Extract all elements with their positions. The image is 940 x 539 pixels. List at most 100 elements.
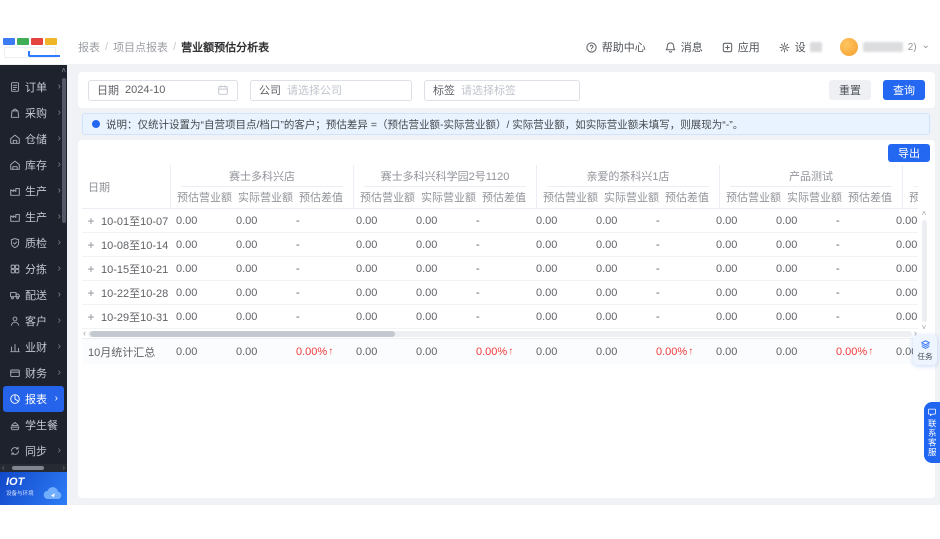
summary-label: 10月统计汇总 [88, 346, 156, 359]
production-icon [9, 211, 21, 223]
column-header: 实际营业额 [787, 192, 842, 205]
sidebar-item-配送-8[interactable]: 配送 › [0, 282, 67, 308]
export-button[interactable]: 导出 [888, 144, 930, 162]
app-logo[interactable] [0, 30, 67, 65]
value-cell: 0.00 [236, 214, 258, 227]
sidebar-item-仓储-2[interactable]: 仓储 › [0, 126, 67, 152]
value-cell: - [296, 238, 300, 251]
sidebar-item-同步-14[interactable]: 同步 › [0, 438, 67, 464]
expand-row-button[interactable]: + [86, 263, 96, 275]
table-body: +10-01至10-07 0.00 0.00 - 0.00 0.00 - 0.00 0.00 - 0… [82, 209, 918, 329]
table-row: +10-22至10-28 0.00 0.00 - 0.00 0.00 - 0.00 0.00 - 0… [82, 281, 918, 305]
expand-row-button[interactable]: + [86, 311, 96, 323]
company-filter-label: 公司 [259, 85, 281, 97]
sidebar-item-label: 生产 [25, 212, 47, 224]
sidebar-item-生产-4[interactable]: 生产 › [0, 178, 67, 204]
date-range: 10-08至10-14 [101, 239, 169, 252]
value-cell: 0.00 [356, 286, 378, 299]
company-filter-input[interactable]: 公司 请选择公司 [250, 79, 412, 101]
sidebar-vertical-scrollbar[interactable]: ˄ [59, 66, 67, 266]
user-menu[interactable]: 2) ⌄ [839, 38, 930, 56]
sidebar-item-label: 业财 [25, 342, 47, 354]
sidebar-item-label: 分拣 [25, 264, 47, 276]
reset-button[interactable]: 重置 [829, 80, 871, 100]
filter-bar: 日期 2024-10 公司 请选择公司 标签 请选择标签 重置 查询 [78, 72, 935, 108]
scrollbar-thumb[interactable] [62, 78, 66, 223]
scroll-right-icon: › [62, 463, 65, 472]
expand-row-button[interactable]: + [86, 287, 96, 299]
value-cell: 0.00 [896, 286, 918, 299]
store-group-header-1: 赛士多科兴科学园2号1120 预估营业额 实际营业额 预估差值 [353, 165, 536, 208]
table-row: +10-29至10-31 0.00 0.00 - 0.00 0.00 - 0.00 0.00 - 0… [82, 305, 918, 329]
breadcrumb-reports[interactable]: 报表 [78, 39, 100, 55]
query-button[interactable]: 查询 [883, 80, 925, 100]
sidebar-item-分拣-7[interactable]: 分拣 › [0, 256, 67, 282]
scrollbar-thumb[interactable] [90, 330, 395, 337]
value-cell: 0.00 [596, 214, 618, 227]
sidebar-item-报表-12[interactable]: 报表 › [3, 386, 64, 412]
sidebar-item-财务-11[interactable]: 财务 › [0, 360, 67, 386]
column-header: 实际营业额 [604, 192, 659, 205]
sidebar-item-label: 同步 [25, 446, 47, 458]
column-header: 预估差值 [482, 192, 526, 205]
breadcrumb-project-reports[interactable]: 项目点报表 [113, 39, 168, 55]
sidebar-item-采购-1[interactable]: 采购 › [0, 100, 67, 126]
task-widget[interactable]: 任务 [913, 335, 937, 365]
help-center-button[interactable]: 帮助中心 [585, 39, 646, 55]
column-header: 预估差值 [299, 192, 343, 205]
sidebar-item-客户-9[interactable]: 客户 › [0, 308, 67, 334]
help-icon [585, 41, 598, 54]
sidebar-item-label: 报表 [25, 394, 47, 406]
value-cell: 0.00 [536, 345, 558, 358]
table-horizontal-scrollbar[interactable]: ‹ › [82, 329, 918, 338]
sidebar-item-库存-3[interactable]: 库存 › [0, 152, 67, 178]
contact-service-widget[interactable]: 联系客服 [924, 402, 940, 463]
value-cell: 0.00 [356, 238, 378, 251]
expand-row-button[interactable]: + [86, 239, 96, 251]
logo-block-blue [3, 37, 15, 45]
sidebar-item-学生餐-13[interactable]: 学生餐 [0, 412, 67, 438]
value-cell: 0.00 [776, 214, 798, 227]
sidebar-horizontal-scrollbar[interactable]: ‹ › [0, 464, 67, 472]
table-row: +10-08至10-14 0.00 0.00 - 0.00 0.00 - 0.00 0.00 - 0… [82, 233, 918, 257]
logo-block-red [31, 37, 43, 45]
scrollbar-thumb[interactable] [12, 466, 44, 470]
tag-filter-input[interactable]: 标签 请选择标签 [424, 79, 580, 101]
company-filter-placeholder: 请选择公司 [287, 85, 342, 97]
iot-panel[interactable]: IOT 设备与环境 [0, 472, 67, 505]
value-cell: 0.00 [176, 238, 198, 251]
gear-icon [778, 41, 791, 54]
sidebar-menu: 订单 › 采购 › 仓储 › 库存 › 生产 › 生产 › 质检 › 分拣 › 配送 › 客户 › 业财 › 财务 › 报表 › 学… [0, 65, 67, 464]
date-filter-input[interactable]: 日期 2024-10 [88, 79, 238, 101]
value-cell: 0.00 [416, 214, 438, 227]
sidebar-item-质检-6[interactable]: 质检 › [0, 230, 67, 256]
value-cell: - [476, 214, 480, 227]
value-cell: 0.00 [896, 262, 918, 275]
value-cell: - [476, 286, 480, 299]
value-cell: 0.00 [716, 310, 738, 323]
value-cell: 0.00 [536, 238, 558, 251]
report-card: 导出 日期 赛士多科兴店 预估营业额 实际营业额 预估差值 赛士多科兴科学园2号1120 预… [78, 140, 935, 498]
layers-icon [920, 339, 931, 350]
value-cell: 0.00 [716, 345, 738, 358]
column-header: 预估差值 [848, 192, 892, 205]
settings-button[interactable]: 设 [778, 39, 822, 55]
apps-button[interactable]: 应用 [721, 39, 760, 55]
store-name: 赛士多科兴店 [171, 165, 353, 187]
summary-row: 10月统计汇总 0.00 0.00 0.00% ↑ 0.00 0.00 0.00% ↑ 0.00 0… [82, 338, 918, 364]
table-vertical-scrollbar[interactable]: ˄ ˅ [919, 210, 929, 332]
sidebar-item-业财-10[interactable]: 业财 › [0, 334, 67, 360]
apps-label: 应用 [737, 42, 760, 54]
header-actions: 帮助中心 消息 应用 设 2) ⌄ [585, 38, 930, 56]
scrollbar-track[interactable] [88, 330, 912, 337]
sidebar-item-label: 采购 [25, 108, 47, 120]
value-cell: 0.00 [776, 310, 798, 323]
expand-row-button[interactable]: + [86, 215, 96, 227]
sidebar-item-订单-0[interactable]: 订单 › [0, 74, 67, 100]
scrollbar-thumb[interactable] [921, 220, 927, 322]
sidebar-item-label: 质检 [25, 238, 47, 250]
sidebar-item-生产-5[interactable]: 生产 › [0, 204, 67, 230]
value-cell: 0.00 [416, 238, 438, 251]
messages-button[interactable]: 消息 [664, 39, 703, 55]
date-range: 10-29至10-31 [101, 311, 169, 324]
